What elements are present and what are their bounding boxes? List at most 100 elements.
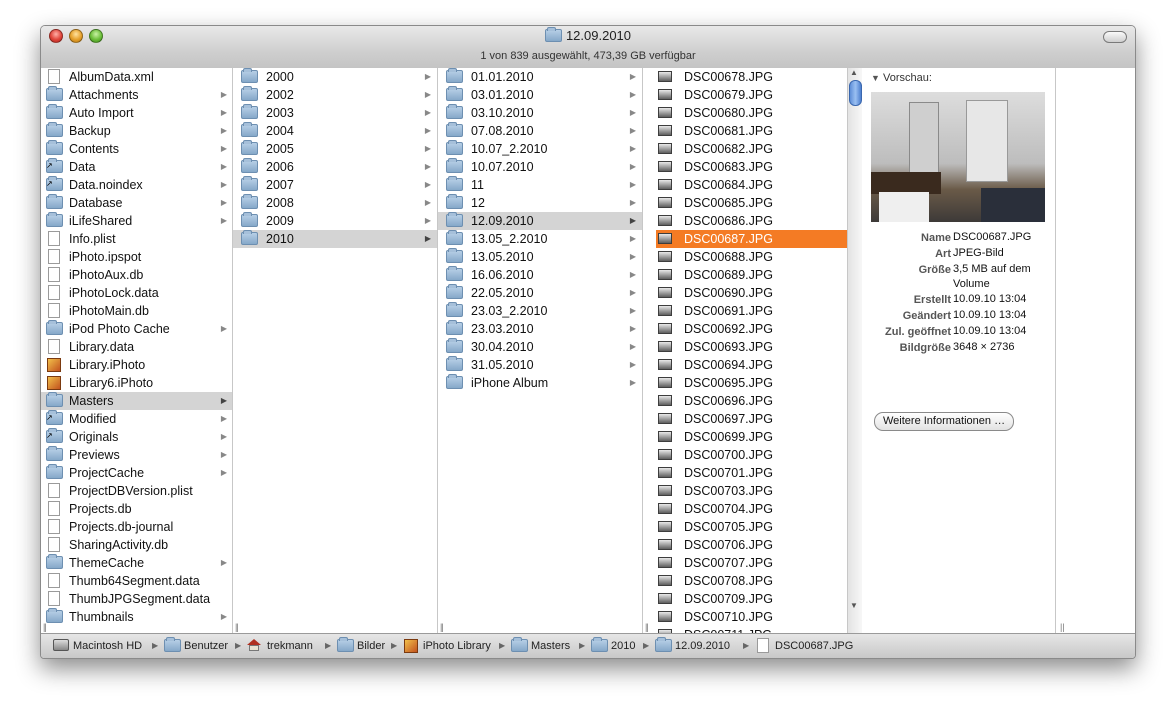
library-item[interactable]: AlbumData.xml — [41, 68, 232, 86]
column-library[interactable]: AlbumData.xml Attachments ▶ Auto Import ▶ Bac… — [41, 68, 233, 634]
date-folder[interactable]: 23.03_2.2010 ▶ — [438, 302, 642, 320]
jpeg-file[interactable]: DSC00703.JPG — [643, 482, 847, 500]
date-folder[interactable]: 10.07_2.2010 ▶ — [438, 140, 642, 158]
column-resize-handle[interactable]: || — [235, 622, 239, 632]
jpeg-file[interactable]: DSC00682.JPG — [643, 140, 847, 158]
year-folder[interactable]: 2005 ▶ — [233, 140, 437, 158]
jpeg-file[interactable]: DSC00708.JPG — [643, 572, 847, 590]
library-item[interactable]: Thumbnails ▶ — [41, 608, 232, 626]
column-masters[interactable]: 2000 ▶ 2002 ▶ 2003 ▶ 2004 ▶ 2005 ▶ 2006 ▶ 2007 ▶ 2008 ▶… — [233, 68, 438, 634]
jpeg-file[interactable]: DSC00709.JPG — [643, 590, 847, 608]
date-folder[interactable]: 22.05.2010 ▶ — [438, 284, 642, 302]
library-item[interactable]: iPhotoMain.db — [41, 302, 232, 320]
column-resize-handle[interactable]: || — [440, 622, 444, 632]
jpeg-file[interactable]: DSC00695.JPG — [643, 374, 847, 392]
jpeg-file[interactable]: DSC00692.JPG — [643, 320, 847, 338]
jpeg-file[interactable]: DSC00697.JPG — [643, 410, 847, 428]
jpeg-file[interactable]: DSC00706.JPG — [643, 536, 847, 554]
date-folder[interactable]: 30.04.2010 ▶ — [438, 338, 642, 356]
jpeg-file[interactable]: DSC00683.JPG — [643, 158, 847, 176]
year-folder[interactable]: 2010 ▶ — [233, 230, 437, 248]
library-item[interactable]: iPhotoLock.data — [41, 284, 232, 302]
library-item[interactable]: Projects.db — [41, 500, 232, 518]
toolbar-toggle-button[interactable] — [1103, 31, 1127, 43]
jpeg-file[interactable]: DSC00710.JPG — [643, 608, 847, 626]
date-folder[interactable]: 10.07.2010 ▶ — [438, 158, 642, 176]
library-item[interactable]: ↗ Modified ▶ — [41, 410, 232, 428]
library-item[interactable]: ThumbJPGSegment.data — [41, 590, 232, 608]
library-item[interactable]: ProjectDBVersion.plist — [41, 482, 232, 500]
jpeg-file[interactable]: DSC00687.JPG — [656, 230, 847, 248]
jpeg-file[interactable]: DSC00696.JPG — [643, 392, 847, 410]
year-folder[interactable]: 2004 ▶ — [233, 122, 437, 140]
year-folder[interactable]: 2009 ▶ — [233, 212, 437, 230]
library-item[interactable]: ThemeCache ▶ — [41, 554, 232, 572]
library-item[interactable]: Library.iPhoto — [41, 356, 232, 374]
date-folder[interactable]: 07.08.2010 ▶ — [438, 122, 642, 140]
year-folder[interactable]: 2002 ▶ — [233, 86, 437, 104]
jpeg-file[interactable]: DSC00705.JPG — [643, 518, 847, 536]
library-item[interactable]: ↗ Data.noindex ▶ — [41, 176, 232, 194]
jpeg-file[interactable]: DSC00678.JPG — [643, 68, 847, 86]
library-item[interactable]: Projects.db-journal — [41, 518, 232, 536]
jpeg-file[interactable]: DSC00701.JPG — [643, 464, 847, 482]
vertical-scrollbar[interactable]: ▲ ▼ — [847, 68, 862, 634]
date-folder[interactable]: 03.10.2010 ▶ — [438, 104, 642, 122]
date-folder[interactable]: iPhone Album ▶ — [438, 374, 642, 392]
column-files[interactable]: DSC00678.JPG DSC00679.JPG DSC00680.JPG DSC0… — [643, 68, 847, 634]
column-resize-handle[interactable]: || — [43, 622, 47, 632]
library-item[interactable]: Masters ▶ — [41, 392, 232, 410]
date-folder[interactable]: 13.05.2010 ▶ — [438, 248, 642, 266]
library-item[interactable]: Library.data — [41, 338, 232, 356]
disclosure-triangle-icon[interactable]: ▼ — [871, 73, 880, 83]
jpeg-file[interactable]: DSC00688.JPG — [643, 248, 847, 266]
library-item[interactable]: SharingActivity.db — [41, 536, 232, 554]
library-item[interactable]: iPhotoAux.db — [41, 266, 232, 284]
jpeg-file[interactable]: DSC00704.JPG — [643, 500, 847, 518]
jpeg-file[interactable]: DSC00679.JPG — [643, 86, 847, 104]
more-info-button[interactable]: Weitere Informationen … — [874, 412, 1015, 431]
library-item[interactable]: ↗ Data ▶ — [41, 158, 232, 176]
jpeg-file[interactable]: DSC00699.JPG — [643, 428, 847, 446]
date-folder[interactable]: 31.05.2010 ▶ — [438, 356, 642, 374]
library-item[interactable]: ProjectCache ▶ — [41, 464, 232, 482]
jpeg-file[interactable]: DSC00693.JPG — [643, 338, 847, 356]
jpeg-file[interactable]: DSC00691.JPG — [643, 302, 847, 320]
library-item[interactable]: ↗ Originals ▶ — [41, 428, 232, 446]
library-item[interactable]: Database ▶ — [41, 194, 232, 212]
library-item[interactable]: Attachments ▶ — [41, 86, 232, 104]
jpeg-file[interactable]: DSC00700.JPG — [643, 446, 847, 464]
year-folder[interactable]: 2007 ▶ — [233, 176, 437, 194]
date-folder[interactable]: 12.09.2010 ▶ — [438, 212, 642, 230]
date-folder[interactable]: 23.03.2010 ▶ — [438, 320, 642, 338]
jpeg-file[interactable]: DSC00684.JPG — [643, 176, 847, 194]
library-item[interactable]: Contents ▶ — [41, 140, 232, 158]
library-item[interactable]: Thumb64Segment.data — [41, 572, 232, 590]
library-item[interactable]: Info.plist — [41, 230, 232, 248]
jpeg-file[interactable]: DSC00694.JPG — [643, 356, 847, 374]
library-item[interactable]: Auto Import ▶ — [41, 104, 232, 122]
date-folder[interactable]: 16.06.2010 ▶ — [438, 266, 642, 284]
scroll-up-arrow-icon[interactable]: ▲ — [850, 68, 858, 77]
library-item[interactable]: Library6.iPhoto — [41, 374, 232, 392]
year-folder[interactable]: 2006 ▶ — [233, 158, 437, 176]
date-folder[interactable]: 12 ▶ — [438, 194, 642, 212]
jpeg-file[interactable]: DSC00689.JPG — [643, 266, 847, 284]
library-item[interactable]: Previews ▶ — [41, 446, 232, 464]
jpeg-file[interactable]: DSC00685.JPG — [643, 194, 847, 212]
column-year[interactable]: 01.01.2010 ▶ 03.01.2010 ▶ 03.10.2010 ▶ 07.08.2… — [438, 68, 643, 634]
date-folder[interactable]: 03.01.2010 ▶ — [438, 86, 642, 104]
date-folder[interactable]: 01.01.2010 ▶ — [438, 68, 642, 86]
scroll-thumb[interactable] — [849, 80, 862, 106]
column-resize-handle[interactable]: || — [1060, 622, 1065, 632]
library-item[interactable]: iPod Photo Cache ▶ — [41, 320, 232, 338]
jpeg-file[interactable]: DSC00690.JPG — [643, 284, 847, 302]
library-item[interactable]: Backup ▶ — [41, 122, 232, 140]
jpeg-file[interactable]: DSC00681.JPG — [643, 122, 847, 140]
jpeg-file[interactable]: DSC00686.JPG — [643, 212, 847, 230]
year-folder[interactable]: 2000 ▶ — [233, 68, 437, 86]
date-folder[interactable]: 11 ▶ — [438, 176, 642, 194]
preview-heading[interactable]: ▼ Vorschau: — [871, 72, 932, 84]
library-item[interactable]: iLifeShared ▶ — [41, 212, 232, 230]
year-folder[interactable]: 2008 ▶ — [233, 194, 437, 212]
